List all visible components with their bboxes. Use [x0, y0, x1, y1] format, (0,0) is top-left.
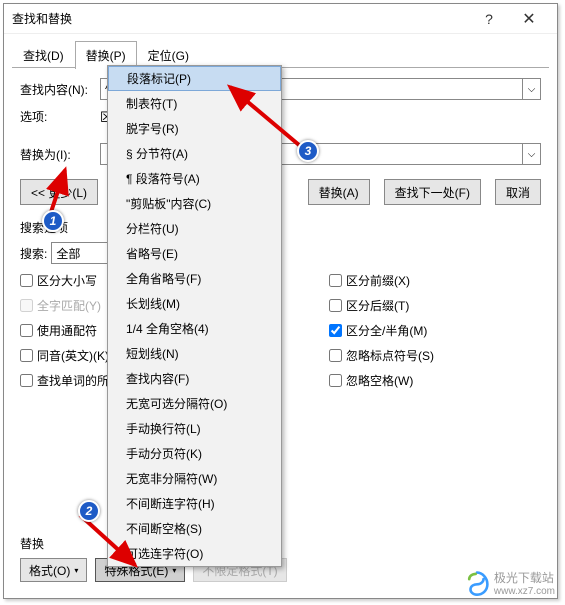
titlebar: 查找和替换 ? ✕ [4, 4, 557, 34]
badge-1: 1 [42, 210, 64, 232]
find-next-button[interactable]: 查找下一处(F) [384, 179, 481, 205]
chk-soundslike[interactable]: 同音(英文)(K) [20, 347, 109, 364]
replace-all-button[interactable]: 替换(A) [308, 179, 370, 205]
menu-item[interactable]: 手动分页符(K) [108, 441, 281, 466]
chk-space[interactable]: 忽略空格(W) [329, 372, 434, 389]
menu-item[interactable]: ¶ 段落符号(A) [108, 166, 281, 191]
dialog-title: 查找和替换 [12, 10, 469, 27]
left-checks: 区分大小写 全字匹配(Y) 使用通配符 同音(英文)(K) 查找单词的所 [20, 272, 109, 389]
close-button[interactable]: ✕ [509, 5, 549, 33]
chk-prefix[interactable]: 区分前缀(X) [329, 272, 434, 289]
menu-item[interactable]: 无宽可选分隔符(O) [108, 391, 281, 416]
menu-item-paragraph-mark[interactable]: 段落标记(P) [108, 66, 281, 91]
badge-2: 2 [78, 500, 100, 522]
menu-item[interactable]: 手动换行符(L) [108, 416, 281, 441]
chk-punct[interactable]: 忽略标点符号(S) [329, 347, 434, 364]
badge-3: 3 [297, 140, 319, 162]
chk-wildcard[interactable]: 使用通配符 [20, 322, 109, 339]
menu-item[interactable]: 不间断连字符(H) [108, 491, 281, 516]
menu-item[interactable]: 分栏符(U) [108, 216, 281, 241]
chk-wholeword: 全字匹配(Y) [20, 297, 109, 314]
watermark-text: 极光下载站 [494, 569, 555, 586]
replace-dropdown[interactable]: ⌵ [523, 143, 541, 165]
menu-item[interactable]: 无宽非分隔符(W) [108, 466, 281, 491]
right-checks: 区分前缀(X) 区分后缀(T) 区分全/半角(M) 忽略标点符号(S) 忽略空格… [329, 272, 434, 389]
tabstrip: 查找(D) 替换(P) 定位(G) [4, 34, 557, 68]
search-direction-combo[interactable]: 全部 [51, 242, 111, 264]
cancel-button[interactable]: 取消 [495, 179, 541, 205]
menu-item[interactable]: 短划线(N) [108, 341, 281, 366]
menu-item[interactable]: 查找内容(F) [108, 366, 281, 391]
find-dropdown[interactable]: ⌵ [523, 78, 541, 100]
watermark-url: www.xz7.com [494, 586, 555, 597]
menu-item[interactable]: 省略号(E) [108, 241, 281, 266]
menu-item[interactable]: 不间断空格(S) [108, 516, 281, 541]
watermark-logo-icon [464, 570, 490, 596]
menu-item[interactable]: "剪贴板"内容(C) [108, 191, 281, 216]
menu-item[interactable]: § 分节符(A) [108, 141, 281, 166]
menu-item[interactable]: 全角省略号(F) [108, 266, 281, 291]
menu-item[interactable]: 可选连字符(O) [108, 541, 281, 566]
format-dropdown[interactable]: 格式(O)▾ [20, 558, 87, 582]
chk-suffix[interactable]: 区分后缀(T) [329, 297, 434, 314]
less-button[interactable]: << 更少(L) [20, 179, 98, 205]
menu-item[interactable]: 脱字号(R) [108, 116, 281, 141]
replace-label: 替换为(I): [20, 146, 100, 163]
options-label: 选项: [20, 108, 100, 125]
tab-find[interactable]: 查找(D) [12, 41, 75, 69]
menu-item[interactable]: 制表符(T) [108, 91, 281, 116]
special-menu: 段落标记(P) 制表符(T) 脱字号(R) § 分节符(A) ¶ 段落符号(A)… [107, 65, 282, 567]
find-label: 查找内容(N): [20, 81, 100, 98]
search-label: 搜索: [20, 245, 47, 262]
chk-case[interactable]: 区分大小写 [20, 272, 109, 289]
menu-item[interactable]: 长划线(M) [108, 291, 281, 316]
chk-wordforms[interactable]: 查找单词的所 [20, 372, 109, 389]
chk-width[interactable]: 区分全/半角(M) [329, 322, 434, 339]
menu-item[interactable]: 1/4 全角空格(4) [108, 316, 281, 341]
watermark: 极光下载站 www.xz7.com [464, 569, 555, 597]
caret-icon: ▾ [74, 566, 78, 575]
help-button[interactable]: ? [469, 5, 509, 33]
